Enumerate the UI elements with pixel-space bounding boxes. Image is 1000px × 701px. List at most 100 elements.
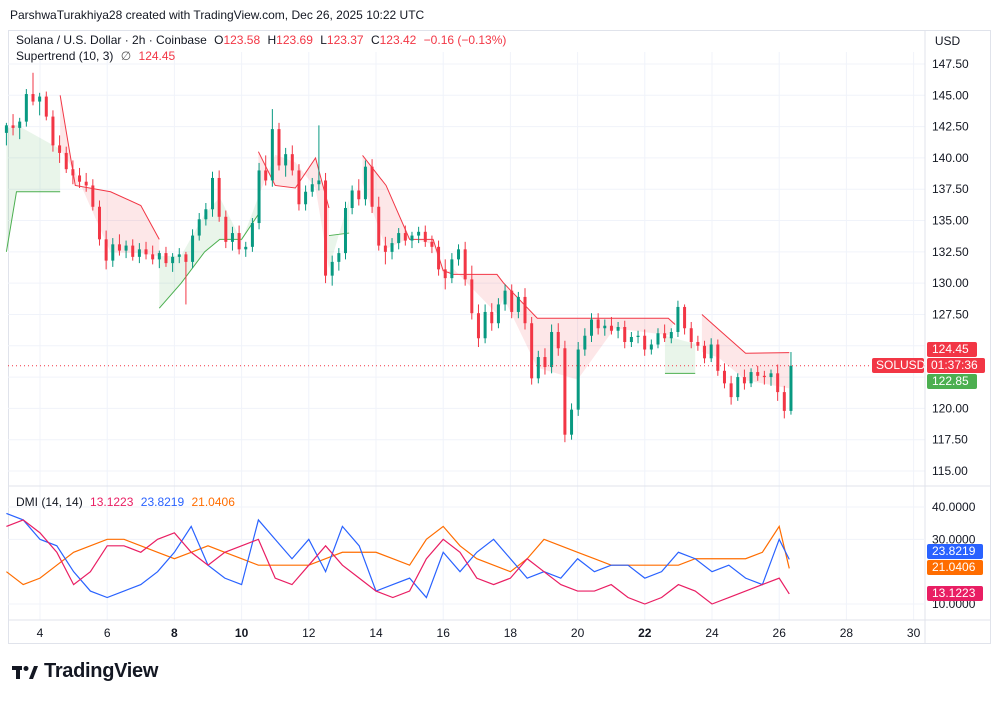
candle-body[interactable]	[643, 335, 647, 350]
candle-body[interactable]	[423, 231, 427, 242]
candle-body[interactable]	[603, 325, 607, 329]
candle-body[interactable]	[217, 177, 221, 217]
candle-body[interactable]	[363, 166, 367, 200]
currency-selector[interactable]: USD	[925, 30, 970, 52]
candle-body[interactable]	[583, 335, 587, 350]
candle-body[interactable]	[649, 344, 653, 350]
candle-body[interactable]	[91, 185, 95, 207]
candle-body[interactable]	[663, 333, 667, 339]
candle-body[interactable]	[191, 235, 195, 262]
candle-body[interactable]	[576, 349, 580, 410]
candle-body[interactable]	[31, 94, 35, 102]
candle-body[interactable]	[237, 233, 241, 250]
candle-body[interactable]	[410, 235, 414, 241]
candle-body[interactable]	[742, 377, 746, 384]
candle-body[interactable]	[729, 383, 733, 398]
candle-body[interactable]	[131, 245, 135, 257]
candle-body[interactable]	[297, 170, 301, 205]
candle-body[interactable]	[390, 243, 394, 252]
candle-body[interactable]	[324, 180, 328, 276]
candle-body[interactable]	[277, 129, 281, 166]
candle-body[interactable]	[4, 125, 8, 133]
candle-body[interactable]	[550, 331, 554, 368]
candle-body[interactable]	[782, 392, 786, 411]
candle-body[interactable]	[403, 233, 407, 241]
candle-body[interactable]	[450, 259, 454, 279]
candle-body[interactable]	[769, 373, 773, 378]
candle-body[interactable]	[51, 116, 55, 146]
candle-body[interactable]	[563, 348, 567, 435]
candle-body[interactable]	[722, 370, 726, 384]
candle-body[interactable]	[623, 326, 627, 343]
candle-body[interactable]	[211, 177, 215, 210]
tradingview-brand[interactable]: TradingView	[12, 660, 158, 683]
candle-body[interactable]	[377, 206, 381, 246]
candle-body[interactable]	[330, 261, 334, 276]
candle-body[interactable]	[463, 249, 467, 280]
candle-body[interactable]	[503, 290, 507, 305]
candle-body[interactable]	[71, 169, 75, 176]
candle-body[interactable]	[257, 170, 261, 224]
dmi-title[interactable]: DMI (14, 14)	[16, 495, 83, 509]
candle-body[interactable]	[224, 216, 228, 242]
candle-body[interactable]	[264, 170, 268, 181]
candle-body[interactable]	[556, 331, 560, 349]
candle-body[interactable]	[97, 206, 101, 240]
candle-body[interactable]	[636, 335, 640, 338]
candle-body[interactable]	[78, 175, 82, 182]
candle-body[interactable]	[337, 253, 341, 262]
candle-body[interactable]	[490, 311, 494, 324]
candle-body[interactable]	[104, 239, 108, 261]
candle-body[interactable]	[789, 365, 793, 411]
candle-body[interactable]	[304, 191, 308, 205]
candle-body[interactable]	[510, 290, 514, 312]
candle-body[interactable]	[24, 94, 28, 122]
candle-body[interactable]	[656, 333, 660, 345]
candle-body[interactable]	[317, 180, 321, 185]
chart-canvas[interactable]: 147.50 145.00 142.50 140.00 137.50 135.00 132.…	[0, 0, 1000, 701]
candle-body[interactable]	[64, 152, 68, 170]
candle-body[interactable]	[284, 154, 288, 166]
candle-body[interactable]	[457, 249, 461, 260]
candle-body[interactable]	[157, 253, 161, 260]
candle-body[interactable]	[184, 254, 188, 262]
candle-body[interactable]	[383, 245, 387, 252]
candle-body[interactable]	[111, 244, 115, 261]
candle-body[interactable]	[38, 96, 42, 102]
candle-body[interactable]	[676, 306, 680, 332]
candle-body[interactable]	[250, 223, 254, 247]
candle-body[interactable]	[430, 241, 434, 247]
candle-body[interactable]	[197, 219, 201, 236]
candle-body[interactable]	[470, 279, 474, 314]
candle-body[interactable]	[629, 337, 633, 343]
candle-body[interactable]	[609, 325, 613, 331]
candle-body[interactable]	[18, 121, 22, 128]
candle-body[interactable]	[696, 342, 700, 346]
candle-body[interactable]	[437, 246, 441, 270]
candle-body[interactable]	[290, 154, 294, 171]
candle-body[interactable]	[483, 311, 487, 339]
candle-body[interactable]	[164, 253, 168, 264]
candle-body[interactable]	[756, 372, 760, 376]
supertrend-title[interactable]: Supertrend (10, 3)	[16, 49, 113, 63]
candle-body[interactable]	[530, 323, 534, 379]
candle-body[interactable]	[516, 296, 520, 312]
candle-body[interactable]	[117, 244, 121, 251]
candle-body[interactable]	[523, 296, 527, 324]
candle-body[interactable]	[669, 331, 673, 339]
candle-body[interactable]	[596, 319, 600, 329]
candle-body[interactable]	[11, 125, 15, 128]
candle-body[interactable]	[204, 209, 208, 220]
candle-body[interactable]	[151, 254, 155, 260]
candle-body[interactable]	[736, 377, 740, 398]
candle-body[interactable]	[357, 190, 361, 200]
candle-body[interactable]	[417, 231, 421, 236]
candle-body[interactable]	[137, 249, 141, 257]
candle-body[interactable]	[570, 409, 574, 435]
candle-body[interactable]	[443, 269, 447, 279]
candle-body[interactable]	[343, 208, 347, 254]
candle-body[interactable]	[496, 304, 500, 324]
candle-body[interactable]	[370, 166, 374, 207]
candle-body[interactable]	[616, 326, 620, 331]
symbol-title[interactable]: Solana / U.S. Dollar · 2h · Coinbase	[16, 33, 207, 47]
